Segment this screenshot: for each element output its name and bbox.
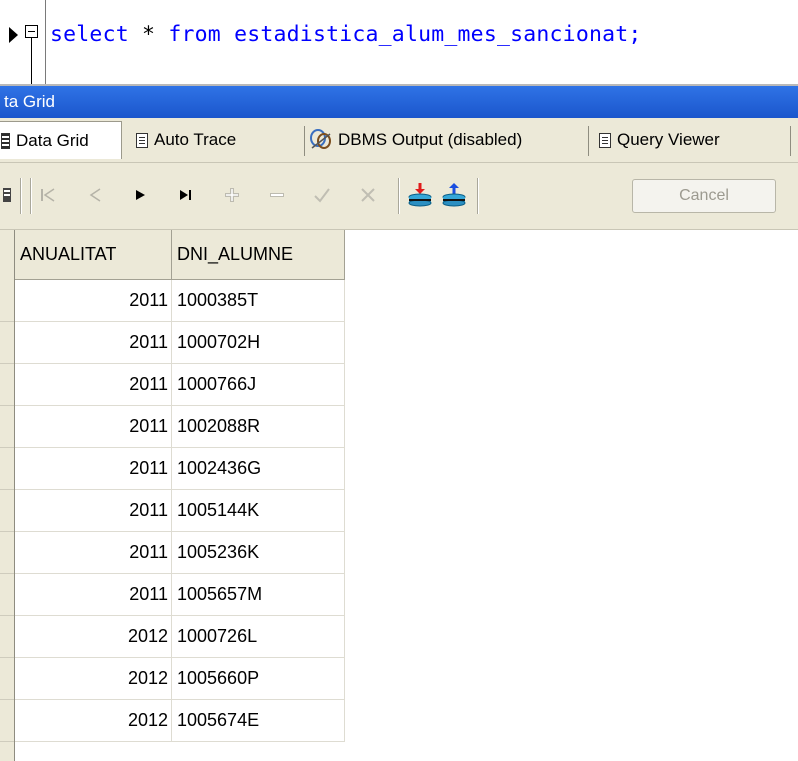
sql-statement[interactable]: select * from estadistica_alum_mes_sanci… <box>50 22 642 47</box>
toolbar-separator <box>30 178 31 214</box>
cell-dni-alumne[interactable]: 1000726L <box>172 616 345 658</box>
first-record-icon[interactable] <box>37 182 59 208</box>
row-indicator-divider <box>0 489 14 490</box>
cell-anualitat[interactable]: 2012 <box>15 616 172 658</box>
row-indicator-divider <box>0 699 14 700</box>
cell-dni-alumne[interactable]: 1005657M <box>172 574 345 616</box>
cell-anualitat[interactable]: 2012 <box>15 658 172 700</box>
row-indicator-divider <box>0 615 14 616</box>
cell-dni-alumne[interactable]: 1002088R <box>172 406 345 448</box>
row-indicator-divider <box>0 531 14 532</box>
data-grid[interactable]: ANUALITAT DNI_ALUMNE 2011 1000385T 2011 100… <box>0 230 798 761</box>
cell-anualitat[interactable]: 2011 <box>15 406 172 448</box>
tab-dbms-output[interactable]: DBMS Output (disabled) <box>310 121 522 159</box>
tab-separator <box>304 126 305 156</box>
panel-title: ta Grid <box>4 92 56 111</box>
tab-label: Query Viewer <box>617 130 720 149</box>
collapse-code-icon[interactable] <box>25 25 38 38</box>
tab-auto-trace[interactable]: Auto Trace <box>136 121 236 159</box>
tab-data-grid[interactable]: Data Grid <box>0 121 122 159</box>
cell-dni-alumne[interactable]: 1005236K <box>172 532 345 574</box>
toolbar-separator <box>477 178 478 214</box>
row-indicator-divider <box>0 405 14 406</box>
row-indicator-column <box>0 230 15 761</box>
grid-icon <box>1 132 10 149</box>
cancel-query-button[interactable]: Cancel <box>632 179 776 213</box>
import-data-icon[interactable] <box>440 182 468 208</box>
sql-keyword-from: from <box>168 22 221 47</box>
grid-options-icon[interactable] <box>0 182 14 208</box>
column-header-dni-alumne[interactable]: DNI_ALUMNE <box>172 230 345 280</box>
row-indicator-divider <box>0 657 14 658</box>
cell-anualitat[interactable]: 2011 <box>15 574 172 616</box>
tab-label: Data Grid <box>16 130 89 150</box>
current-statement-arrow-icon <box>9 27 18 43</box>
insert-record-icon[interactable] <box>221 182 243 208</box>
tab-query-viewer[interactable]: Query Viewer <box>599 121 720 159</box>
cell-dni-alumne[interactable]: 1005660P <box>172 658 345 700</box>
sql-table-name: estadistica_alum_mes_sancionat; <box>234 22 642 47</box>
row-indicator-divider <box>0 741 14 742</box>
tab-label: DBMS Output (disabled) <box>338 130 523 149</box>
tab-separator <box>790 126 791 156</box>
tab-label: Auto Trace <box>154 130 237 149</box>
dbms-output-icon <box>310 128 332 152</box>
editor-gutter-divider <box>45 0 46 86</box>
results-tab-bar: Data Grid Auto Trace DBMS Output (disabl… <box>0 118 798 163</box>
cell-dni-alumne[interactable]: 1000766J <box>172 364 345 406</box>
sql-keyword-select: select <box>50 22 129 47</box>
row-indicator-divider <box>0 447 14 448</box>
row-indicator-divider <box>0 363 14 364</box>
cell-anualitat[interactable]: 2011 <box>15 280 172 322</box>
tab-separator <box>588 126 589 156</box>
document-icon <box>136 132 148 148</box>
cell-dni-alumne[interactable]: 1000702H <box>172 322 345 364</box>
grid-navigator-toolbar: Cancel <box>0 163 798 230</box>
cell-dni-alumne[interactable]: 1002436G <box>172 448 345 490</box>
toolbar-separator <box>398 178 399 214</box>
cell-dni-alumne[interactable]: 1005674E <box>172 700 345 742</box>
prior-record-icon[interactable] <box>84 182 106 208</box>
delete-record-icon[interactable] <box>266 182 288 208</box>
cell-anualitat[interactable]: 2011 <box>15 364 172 406</box>
post-edit-icon[interactable] <box>311 182 333 208</box>
cell-anualitat[interactable]: 2011 <box>15 490 172 532</box>
row-indicator-divider <box>0 573 14 574</box>
cell-anualitat[interactable]: 2012 <box>15 700 172 742</box>
code-fold-line <box>31 38 32 86</box>
sql-editor[interactable]: select * from estadistica_alum_mes_sanci… <box>0 0 798 86</box>
cell-dni-alumne[interactable]: 1000385T <box>172 280 345 322</box>
cell-anualitat[interactable]: 2011 <box>15 448 172 490</box>
cancel-edit-icon[interactable] <box>357 182 379 208</box>
next-record-icon[interactable] <box>129 182 151 208</box>
toolbar-separator <box>20 178 21 214</box>
last-record-icon[interactable] <box>175 182 197 208</box>
sql-star: * <box>142 22 156 47</box>
data-grid-title-bar: ta Grid <box>0 86 798 118</box>
cell-anualitat[interactable]: 2011 <box>15 322 172 364</box>
export-data-icon[interactable] <box>406 182 434 208</box>
column-header-anualitat[interactable]: ANUALITAT <box>15 230 172 280</box>
document-icon <box>599 132 611 148</box>
cell-anualitat[interactable]: 2011 <box>15 532 172 574</box>
row-indicator-divider <box>0 321 14 322</box>
cell-dni-alumne[interactable]: 1005144K <box>172 490 345 532</box>
